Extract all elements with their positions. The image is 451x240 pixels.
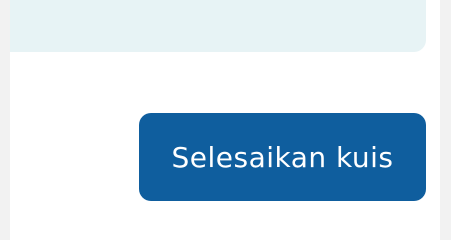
quiz-info-panel bbox=[10, 0, 426, 52]
finish-quiz-button[interactable]: Selesaikan kuis bbox=[139, 113, 426, 201]
